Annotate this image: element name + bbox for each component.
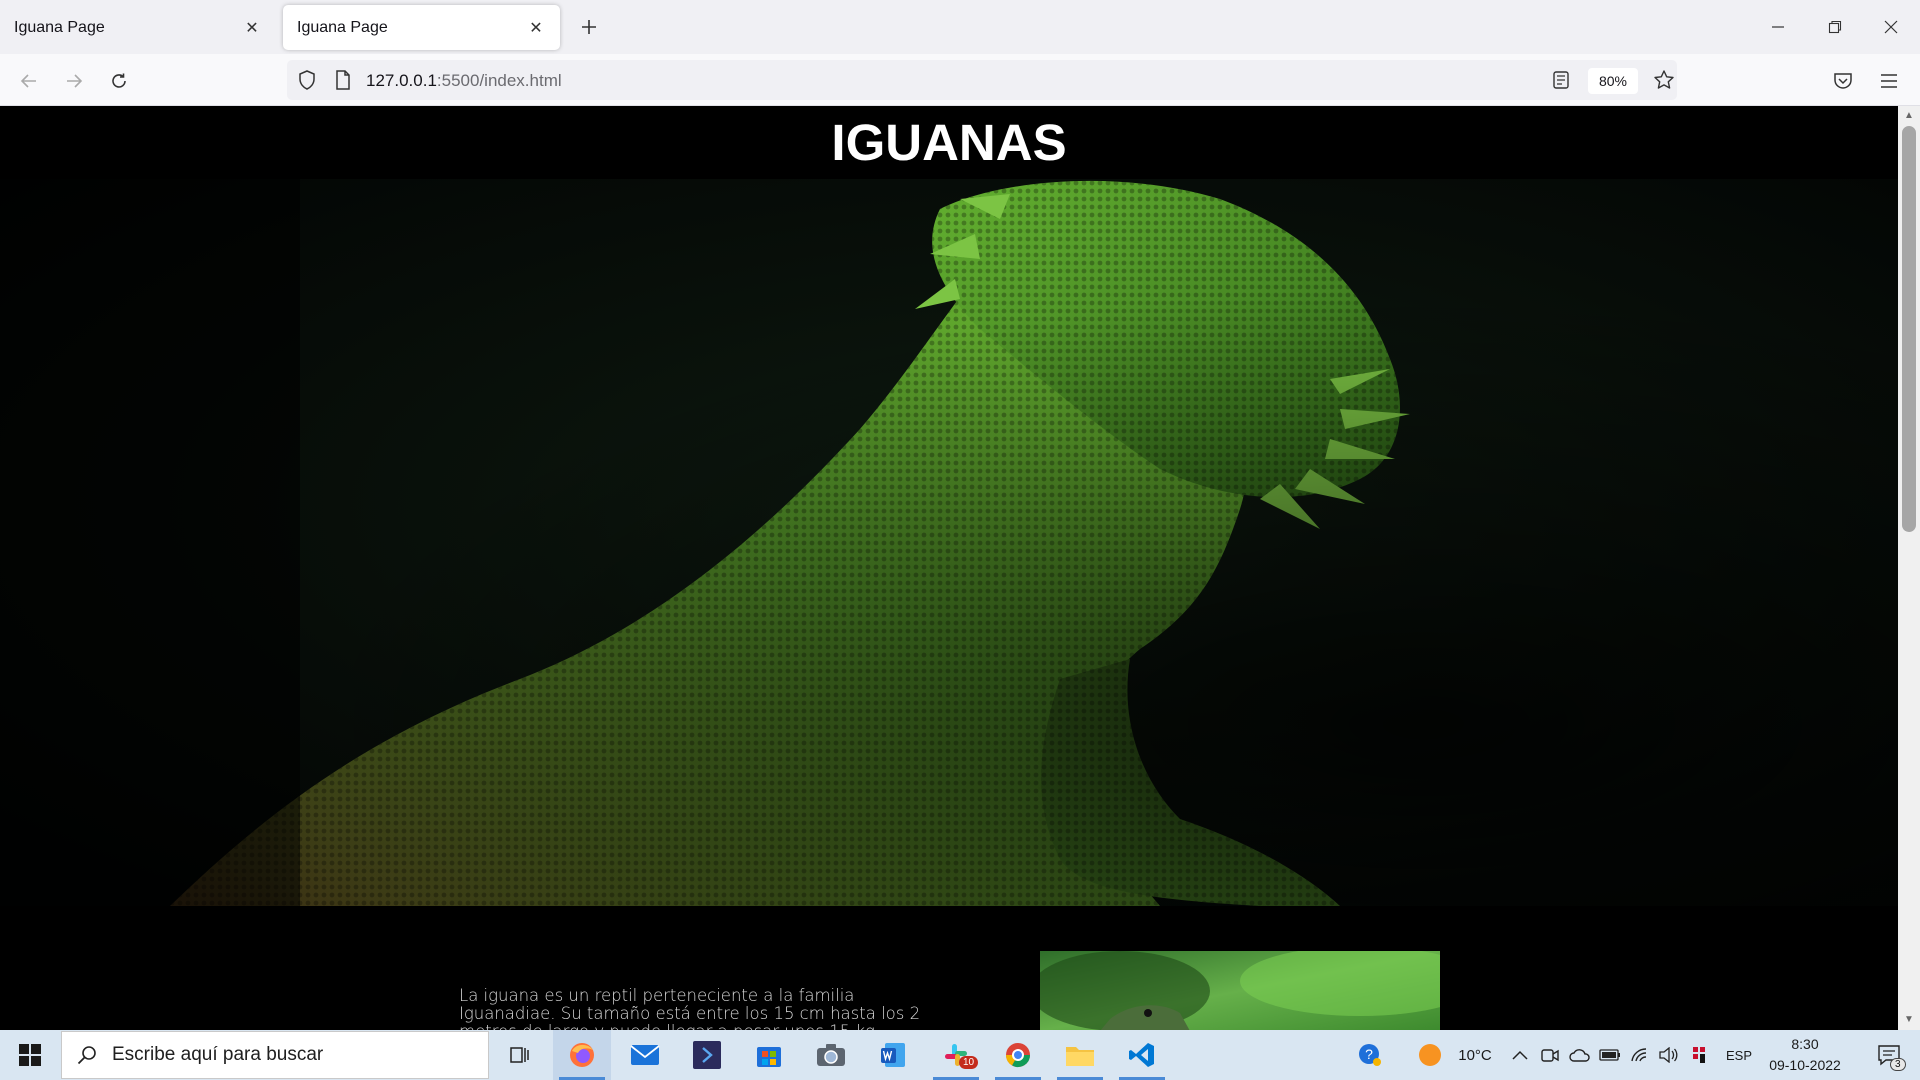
antivirus-icon[interactable]	[1685, 1030, 1713, 1080]
help-icon[interactable]: ?	[1352, 1030, 1388, 1080]
wifi-icon[interactable]	[1627, 1030, 1653, 1080]
forward-arrow-icon[interactable]	[57, 64, 91, 98]
menu-hamburger-icon[interactable]	[1872, 64, 1906, 98]
weather-sun-icon[interactable]	[1412, 1030, 1448, 1080]
chevron-up-icon[interactable]	[1508, 1030, 1532, 1080]
bookmark-star-icon[interactable]	[1653, 69, 1675, 96]
microsoft-store-icon[interactable]	[740, 1030, 798, 1080]
restore-icon[interactable]	[1807, 0, 1863, 54]
scroll-thumb[interactable]	[1902, 126, 1916, 532]
meet-now-icon[interactable]	[1538, 1030, 1562, 1080]
notification-count: 3	[1890, 1058, 1906, 1071]
close-tab-icon[interactable]: ✕	[526, 18, 546, 38]
windows-start-icon[interactable]	[0, 1030, 60, 1080]
intro-paragraph: La iguana es un reptil perteneciente a l…	[459, 986, 921, 1031]
search-placeholder: Escribe aquí para buscar	[112, 1044, 324, 1065]
reader-view-icon[interactable]	[1553, 71, 1569, 94]
slack-badge: 10	[959, 1056, 979, 1069]
windows-taskbar: Escribe aquí para buscar 10 ? 10°C ESP 8…	[0, 1030, 1920, 1080]
page-icon[interactable]	[335, 70, 351, 95]
new-tab-plus-icon[interactable]	[575, 13, 603, 41]
firefox-icon[interactable]	[553, 1030, 611, 1080]
svg-text:?: ?	[1365, 1046, 1373, 1062]
scroll-down-icon[interactable]: ▼	[1901, 1012, 1917, 1026]
small-iguana-image	[1040, 951, 1440, 1030]
shield-icon[interactable]	[298, 70, 316, 95]
tab-title: Iguana Page	[14, 18, 105, 36]
battery-icon[interactable]	[1597, 1030, 1623, 1080]
volume-icon[interactable]	[1655, 1030, 1681, 1080]
content-section: La iguana es un reptil perteneciente a l…	[0, 906, 1898, 1030]
weather-temperature[interactable]: 10°C	[1450, 1030, 1500, 1080]
page-scrollbar[interactable]: ▲ ▼	[1898, 106, 1920, 1030]
file-explorer-icon[interactable]	[1051, 1030, 1109, 1080]
pocket-icon[interactable]	[1826, 64, 1860, 98]
vscode-icon[interactable]	[1113, 1030, 1171, 1080]
page-header: IGUANAS	[0, 106, 1898, 179]
reload-icon[interactable]	[102, 64, 136, 98]
tab-title: Iguana Page	[297, 18, 388, 36]
tab-iguana-page-2[interactable]: Iguana Page ✕	[283, 5, 560, 50]
chrome-icon[interactable]	[989, 1030, 1047, 1080]
address-bar[interactable]: 127.0.0.1:5500/index.html 80%	[287, 60, 1677, 100]
mail-icon[interactable]	[616, 1030, 674, 1080]
word-icon[interactable]	[864, 1030, 922, 1080]
clock-date: 09-10-2022	[1769, 1057, 1841, 1073]
taskbar-clock[interactable]: 8:30 09-10-2022	[1760, 1034, 1850, 1076]
search-icon	[62, 1045, 112, 1065]
zoom-level-badge[interactable]: 80%	[1588, 68, 1638, 94]
slack-icon[interactable]: 10	[927, 1030, 985, 1080]
notifications-icon[interactable]: 3	[1866, 1030, 1912, 1080]
visual-studio-icon[interactable]	[678, 1030, 736, 1080]
page-title: IGUANAS	[831, 114, 1067, 171]
minimize-icon[interactable]	[1750, 0, 1806, 54]
camera-icon[interactable]	[802, 1030, 860, 1080]
url-host: 127.0.0.1	[366, 71, 437, 90]
url-path: :5500/index.html	[436, 71, 562, 90]
hero-iguana-image	[0, 179, 1898, 906]
navigation-toolbar: 127.0.0.1:5500/index.html 80%	[0, 54, 1920, 106]
taskbar-search-box[interactable]: Escribe aquí para buscar	[61, 1031, 489, 1079]
clock-time: 8:30	[1791, 1036, 1819, 1052]
task-view-icon[interactable]	[490, 1030, 548, 1080]
tab-iguana-page-1[interactable]: Iguana Page ✕	[0, 5, 276, 50]
close-tab-icon[interactable]: ✕	[242, 18, 262, 38]
onedrive-cloud-icon[interactable]	[1567, 1030, 1593, 1080]
url-text[interactable]: 127.0.0.1:5500/index.html	[366, 71, 562, 91]
page-viewport: IGUANAS La iguana es un reptil perteneci…	[0, 106, 1898, 1030]
scroll-up-icon[interactable]: ▲	[1901, 108, 1917, 122]
tab-bar: Iguana Page ✕ Iguana Page ✕	[0, 0, 1920, 54]
close-window-icon[interactable]	[1863, 0, 1919, 54]
back-arrow-icon[interactable]	[12, 64, 46, 98]
input-language[interactable]: ESP	[1720, 1030, 1758, 1080]
